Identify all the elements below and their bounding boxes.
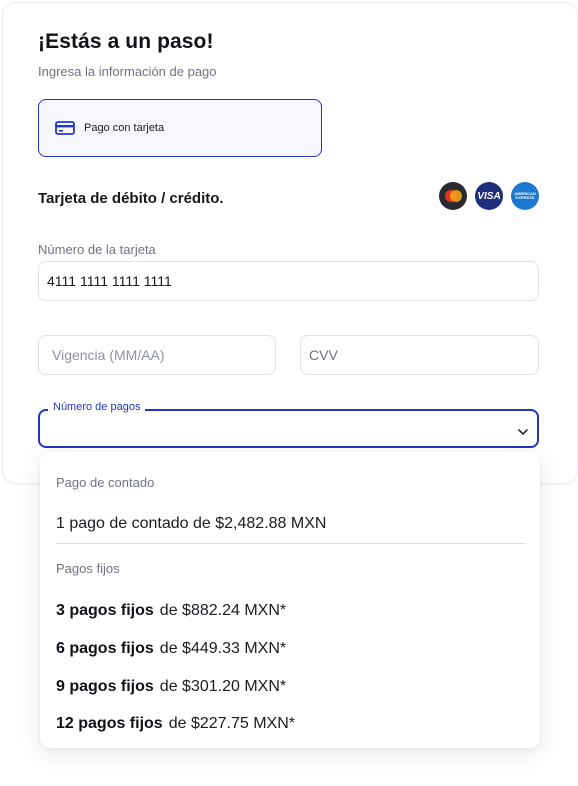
option-amount: de $301.20 MXN* (159, 678, 287, 695)
option-3-payments[interactable]: 3 pagos fijos de $882.24 MXN* (56, 602, 286, 620)
section-title: Tarjeta de débito / crédito. (38, 190, 224, 207)
card-number-input[interactable]: 4111 1111 1111 1111 (38, 261, 539, 301)
option-amount: de $882.24 MXN* (159, 602, 287, 619)
option-amount: de $227.75 MXN* (168, 715, 296, 732)
option-count: 3 pagos fijos (56, 602, 154, 619)
group-cash-label: Pago de contado (56, 475, 155, 490)
card-number-label: Número de la tarjeta (38, 242, 156, 257)
amex-label: AMERICAN EXPRESS (514, 190, 536, 200)
group-fixed-label: Pagos fijos (56, 561, 120, 576)
card-payment-option[interactable]: Pago con tarjeta (38, 99, 322, 157)
divider (56, 543, 526, 544)
page-subtitle: Ingresa la información de pago (38, 64, 217, 79)
credit-card-icon (55, 121, 75, 135)
visa-label: VISA (477, 190, 501, 202)
amex-icon: AMERICAN EXPRESS (511, 182, 539, 210)
option-cash[interactable]: 1 pago de contado de $2,482.88 MXN (56, 515, 326, 533)
installments-select[interactable]: Número de pagos (38, 401, 539, 448)
card-brands: VISA AMERICAN EXPRESS (439, 182, 539, 210)
option-count: 9 pagos fijos (56, 678, 154, 695)
option-9-payments[interactable]: 9 pagos fijos de $301.20 MXN* (56, 678, 286, 696)
installments-dropdown: Pago de contado 1 pago de contado de $2,… (40, 452, 540, 748)
option-count: 6 pagos fijos (56, 640, 154, 657)
page-title: ¡Estás a un paso! (38, 30, 214, 53)
option-12-payments[interactable]: 12 pagos fijos de $227.75 MXN* (56, 715, 295, 733)
mastercard-icon (439, 182, 467, 210)
option-amount: de $449.33 MXN* (159, 640, 287, 657)
option-6-payments[interactable]: 6 pagos fijos de $449.33 MXN* (56, 640, 286, 658)
installments-label: Número de pagos (48, 401, 146, 413)
card-payment-label: Pago con tarjeta (84, 122, 165, 134)
visa-icon: VISA (475, 182, 503, 210)
chevron-down-icon (517, 424, 529, 435)
cvv-input[interactable]: CVV (300, 335, 539, 375)
option-count: 12 pagos fijos (56, 715, 163, 732)
expiry-input[interactable]: Vigencia (MM/AA) (38, 335, 276, 375)
